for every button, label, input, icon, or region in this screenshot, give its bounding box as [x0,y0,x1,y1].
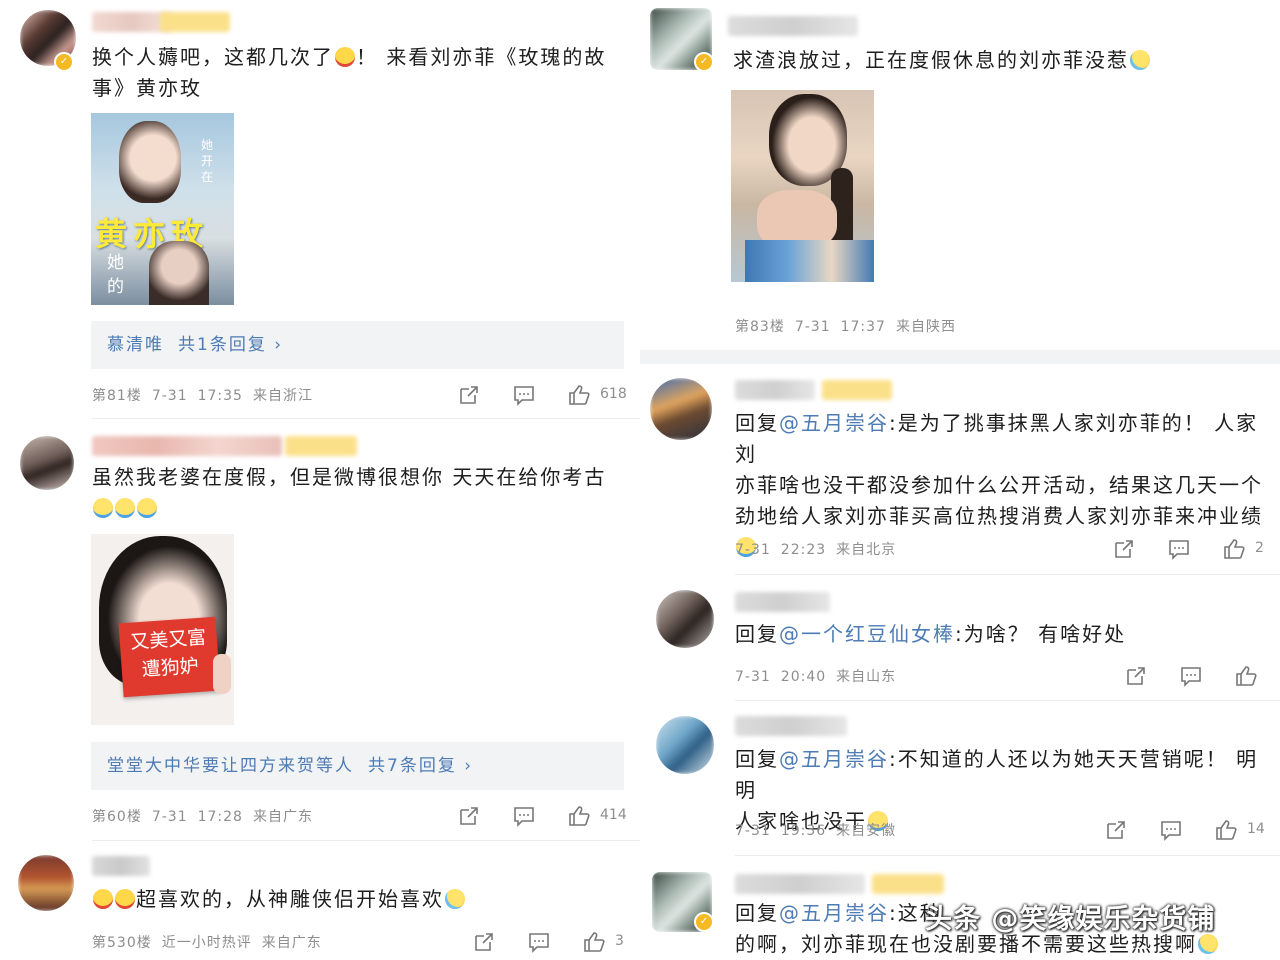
replies-preview[interactable]: 慕清唯 共1条回复 › [91,321,624,369]
comment-image[interactable] [731,90,874,282]
poster-side-text: 她的 [107,253,124,297]
replies-preview[interactable]: 堂堂大中华要让四方来贺等人 共7条回复 › [91,742,624,790]
share-icon[interactable] [1125,665,1147,687]
comment-text: 超喜欢的，从神雕侠侣开始喜欢 [92,884,622,915]
username[interactable] [735,592,830,612]
comment-image[interactable]: 她开在 黄亦玫 她的 [91,113,234,305]
verified-icon: ✓ [54,52,74,72]
comment-text: 虽然我老婆在度假，但是微博很想你 天天在给你考古 [92,462,622,524]
share-icon[interactable] [458,805,480,827]
emoji-icon [445,889,465,909]
like-count: 2 [1255,540,1264,556]
member-badge [285,436,357,456]
reply-meta: 7-31 19:36 来自安徽 [735,823,897,839]
divider [735,700,1280,701]
comment-icon[interactable] [1160,819,1182,841]
like-count: 3 [615,933,624,949]
reply-meta: 7-31 22:23 来自北京 [735,542,897,558]
avatar[interactable] [18,855,74,911]
avatar[interactable] [656,716,714,774]
mention-link[interactable]: @五月崇谷 [779,901,889,925]
verified-icon: ✓ [694,912,714,932]
member-badge [822,380,892,400]
reply-text: 回复@一个红豆仙女棒:为啥？ 有啥好处 [735,622,1127,646]
share-icon[interactable] [1113,538,1135,560]
username[interactable] [735,716,847,736]
avatar[interactable] [656,590,714,648]
like-count: 14 [1247,821,1265,837]
watermark: 头条 @笑缘娱乐杂货铺 [925,904,1216,935]
comment-icon[interactable] [513,384,535,406]
member-badge [160,12,230,32]
laugh-emoji-icon [115,498,135,518]
member-badge [872,874,944,894]
divider [92,840,640,841]
username[interactable] [92,436,282,456]
comment-icon[interactable] [1180,665,1202,687]
mention-link[interactable]: @五月崇谷 [779,747,889,771]
share-icon[interactable] [458,384,480,406]
secondary-portrait [149,241,209,305]
verified-icon: ✓ [694,52,714,72]
divider [735,855,1280,856]
emoji-icon [335,47,355,67]
dress [745,240,874,282]
emoji-icon [93,889,113,909]
avatar[interactable] [20,436,74,490]
laugh-emoji-icon [93,498,113,518]
comment-meta: 第60楼 7-31 17:28 来自广东 [92,809,313,825]
poster-vertical-text: 她开在 [201,138,214,184]
comment-image[interactable]: 又美又富 遭狗妒 [91,534,234,725]
like-count: 414 [600,807,627,823]
hand [213,654,231,694]
emoji-icon [1198,934,1218,954]
comment-meta: 第530楼 近一小时热评 来自广东 [92,935,322,951]
avatar[interactable] [650,378,712,440]
portrait [119,121,181,203]
comment-text: 求渣浪放过，正在度假休息的刘亦菲没惹 [733,45,1253,76]
mention-link[interactable]: @一个红豆仙女棒 [779,622,955,646]
laugh-emoji-icon [137,498,157,518]
emoji-icon [1130,50,1150,70]
section-separator [640,350,1280,364]
comment-icon[interactable] [513,805,535,827]
username[interactable] [728,16,858,36]
like-icon[interactable] [568,384,590,406]
reply-meta: 7-31 20:40 来自山东 [735,669,897,685]
share-icon[interactable] [473,931,495,953]
mention-link[interactable]: @五月崇谷 [779,411,889,435]
divider [735,574,1280,575]
comment-text: 换个人薅吧，这都几次了！ 来看刘亦菲《玫瑰的故 事》黄亦玫 [92,45,607,100]
comment-meta: 第83楼 7-31 17:37 来自陕西 [735,319,956,335]
divider [92,418,640,419]
sign-card: 又美又富 遭狗妒 [118,616,221,698]
like-count: 618 [600,386,627,402]
username[interactable] [735,380,815,400]
like-icon[interactable] [1223,538,1245,560]
comment-meta: 第81楼 7-31 17:35 来自浙江 [92,388,313,404]
username[interactable] [735,874,865,894]
like-icon[interactable] [1215,819,1237,841]
comment-icon[interactable] [528,931,550,953]
like-icon[interactable] [583,931,605,953]
comment-icon[interactable] [1168,538,1190,560]
share-icon[interactable] [1105,819,1127,841]
like-icon[interactable] [1235,665,1257,687]
like-icon[interactable] [568,805,590,827]
emoji-icon [115,889,135,909]
username[interactable] [92,856,150,876]
